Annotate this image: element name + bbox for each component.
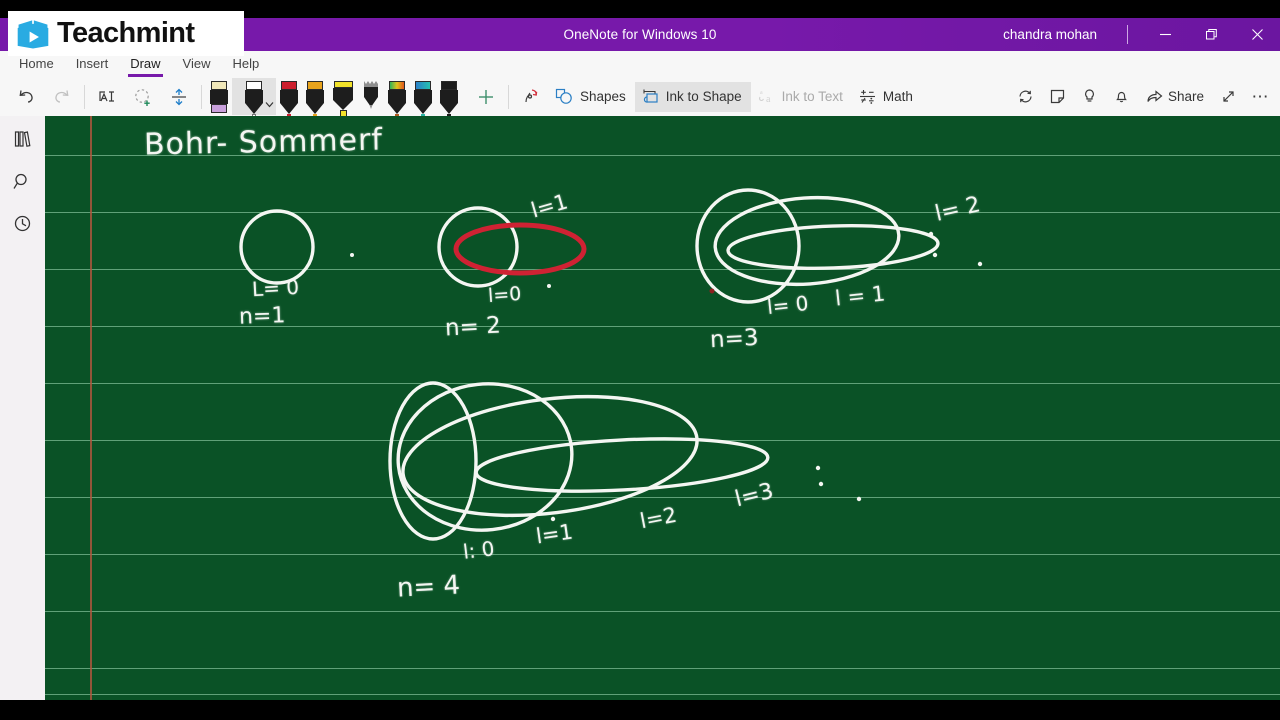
label-n4-l0: l: 0 <box>461 536 496 564</box>
label-n4: n= 4 <box>396 570 461 604</box>
redo-button[interactable] <box>44 78 80 115</box>
math-label: Math <box>882 89 913 104</box>
toolbar-divider-1 <box>84 84 85 109</box>
shapes-label: Shapes <box>580 89 626 104</box>
left-navigation-rail <box>0 116 45 700</box>
tab-home-label: Home <box>19 56 54 71</box>
undo-button[interactable] <box>8 78 44 115</box>
pen-black[interactable] <box>436 78 462 121</box>
tab-view-label: View <box>182 56 211 71</box>
more-options-icon: ⋯ <box>1251 86 1269 106</box>
pen-teal[interactable] <box>410 78 436 121</box>
full-screen-button[interactable] <box>1212 81 1244 113</box>
insert-space-button[interactable] <box>161 78 197 115</box>
tab-help-label: Help <box>232 56 260 71</box>
minimize-button[interactable] <box>1142 18 1188 51</box>
lasso-select-icon <box>99 90 114 102</box>
ink-to-shape-button[interactable]: Ink to Shape <box>634 81 751 112</box>
ink-to-text-icon: a a <box>758 90 771 105</box>
label-n1: n=1 <box>238 303 286 330</box>
svg-text:a: a <box>766 94 771 105</box>
letterbox-bottom <box>0 700 1280 720</box>
share-button[interactable]: Share <box>1138 81 1212 113</box>
search-icon <box>13 173 27 189</box>
recent-clock-icon <box>14 215 31 231</box>
sticky-note-icon <box>1051 89 1065 104</box>
notifications-button[interactable] <box>1106 81 1138 113</box>
pen-tray <box>206 78 462 121</box>
label-n3: n=3 <box>709 324 760 354</box>
ink-to-text-button: a a Ink to Text <box>751 82 852 112</box>
ribbon-right-tools: Share ⋯ <box>1010 77 1276 116</box>
ink-to-shape-icon <box>643 89 658 103</box>
label-n4-l1: l=1 <box>534 519 575 549</box>
pen-rainbow[interactable] <box>384 78 410 121</box>
ink-to-text-label: Ink to Text <box>781 89 843 104</box>
window-controls <box>1142 18 1280 51</box>
sync-button[interactable] <box>1010 81 1042 113</box>
share-label: Share <box>1167 89 1204 104</box>
notebooks-icon <box>14 130 31 147</box>
pen-orange[interactable] <box>302 78 328 121</box>
math-icon <box>859 90 875 104</box>
restore-button[interactable] <box>1188 18 1234 51</box>
notebooks-button[interactable] <box>0 119 45 159</box>
recent-notes-button[interactable] <box>0 203 45 243</box>
pen-eraser[interactable] <box>206 78 232 115</box>
toolbar-divider-2 <box>201 84 202 109</box>
teachmint-wordmark: Teachmint <box>57 17 195 49</box>
ink-replay-icon <box>525 88 538 102</box>
title-divider <box>1127 25 1128 44</box>
expand-icon <box>1222 91 1234 102</box>
account-name[interactable]: chandra mohan <box>1003 27 1097 42</box>
label-n2-l0: l=0 <box>487 282 523 308</box>
close-button[interactable] <box>1234 18 1280 51</box>
teachmint-branding: Teachmint <box>8 11 244 56</box>
ink-to-shape-label: Ink to Shape <box>665 89 742 104</box>
orbit-diagram-n1 <box>239 209 315 285</box>
bell-icon <box>1116 91 1128 103</box>
label-n1-l0: L= 0 <box>251 274 300 302</box>
label-n3-l0: l= 0 <box>765 290 810 320</box>
tell-me-button[interactable] <box>1074 81 1106 113</box>
label-n2: n= 2 <box>444 312 502 342</box>
undo-icon <box>19 89 33 103</box>
search-button[interactable] <box>0 161 45 201</box>
app-root: OneNote for Windows 10 chandra mohan Tea… <box>0 0 1280 720</box>
lightbulb-icon <box>1085 89 1095 102</box>
lasso-select-button[interactable] <box>89 78 125 115</box>
ribbon: Home Insert Draw View Help Shapes Ink to… <box>0 51 1280 121</box>
ink-select-icon <box>135 88 150 106</box>
shapes-button[interactable]: Shapes <box>549 82 635 112</box>
ink-select-button[interactable] <box>125 78 161 115</box>
ink-drawings <box>239 188 983 541</box>
orbit-diagram-n2 <box>437 206 587 288</box>
share-icon <box>1147 90 1163 102</box>
pen-red[interactable] <box>276 78 302 121</box>
toolbar-divider-3 <box>508 84 509 109</box>
teachmint-book-play-logo <box>17 19 49 48</box>
math-button[interactable]: Math <box>852 82 922 112</box>
pencil-grey[interactable] <box>358 78 384 115</box>
orbit-diagram-n3 <box>695 188 940 304</box>
redo-icon <box>55 89 69 103</box>
tab-insert-label: Insert <box>75 56 109 71</box>
chevron-down-icon[interactable] <box>265 100 274 109</box>
pen-white-selected[interactable] <box>232 78 276 121</box>
insert-space-icon <box>172 88 186 105</box>
more-options-button[interactable]: ⋯ <box>1244 81 1276 113</box>
highlighter-yellow[interactable] <box>328 78 358 117</box>
shapes-icon <box>555 88 572 104</box>
ink-replay-button[interactable] <box>513 78 549 115</box>
add-pen-button[interactable] <box>468 78 504 115</box>
tab-draw-label: Draw <box>130 56 161 71</box>
svg-text:a: a <box>760 90 763 96</box>
sticky-note-button[interactable] <box>1042 81 1074 113</box>
sync-icon <box>1019 90 1033 103</box>
plus-icon <box>479 89 493 104</box>
orbit-diagram-n4 <box>388 381 770 541</box>
note-canvas[interactable]: Bohr- Sommerf L= 0 n=1 l=1 l=0 n= 2 l= 2… <box>45 116 1280 700</box>
